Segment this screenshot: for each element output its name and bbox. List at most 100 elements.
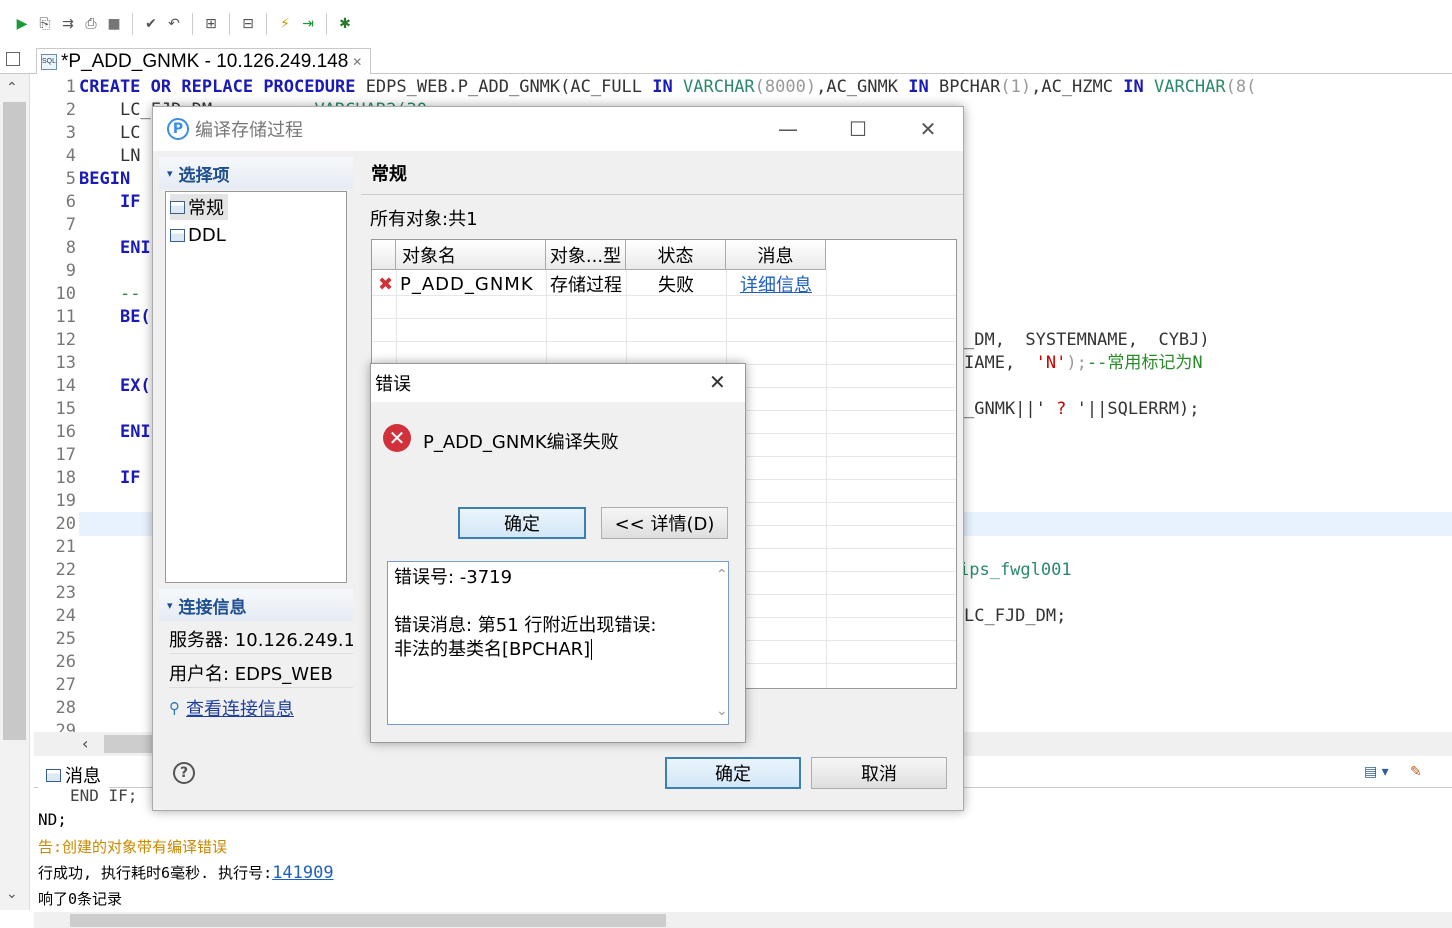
code-line-1: CREATE OR REPLACE PROCEDURE EDPS_WEB.P_A… <box>79 76 1256 99</box>
code-line-22: ips_fwgl001 <box>959 560 1072 580</box>
kw-create: CREATE <box>79 77 141 97</box>
line-number: 4 <box>65 146 76 166</box>
panel-title: 常规 <box>361 151 963 195</box>
table-cell-status: 失败 <box>658 275 694 296</box>
column-header-name[interactable]: 对象名 <box>396 240 546 270</box>
kw-in: IN <box>652 77 673 97</box>
line-number: 24 <box>55 606 76 626</box>
details-scrollbar[interactable]: ⌃ ⌄ <box>716 563 728 723</box>
vertical-scrollbar[interactable]: ⌃ ⌄ <box>0 74 30 910</box>
clear-icon[interactable]: ✎ <box>1410 764 1422 780</box>
warning-message: 告:创建的对象带有编译错误 <box>38 838 228 856</box>
line-number: 9 <box>65 261 76 281</box>
code-line-15: _GNMK||' ? '||SQLERRM); <box>964 399 1200 419</box>
line-number: 14 <box>55 376 76 396</box>
proc-name: EDPS_WEB.P_ADD_GNMK(AC_FULL <box>365 77 643 97</box>
error-details-text[interactable]: 错误号: -3719 错误消息: 第51 行附近出现错误: 非法的基类名[BPC… <box>387 561 729 725</box>
column-header-status[interactable]: 状态 <box>626 240 726 270</box>
line-number: 29 <box>55 721 76 732</box>
scroll-down-icon[interactable]: ⌄ <box>6 886 18 902</box>
line-number: 6 <box>65 192 76 212</box>
server-info: 服务器: 10.126.249.14 <box>169 624 353 654</box>
message-hscroll[interactable] <box>34 912 1452 928</box>
dialog-title: 编译存储过程 <box>195 120 303 141</box>
code-line-11: BE( <box>119 307 151 327</box>
help-icon[interactable]: ? <box>173 762 195 784</box>
line-number: 12 <box>55 330 76 350</box>
editor-tab[interactable]: SQL *P_ADD_GNMK - 10.126.249.148 ✕ <box>36 48 372 74</box>
section-options-header[interactable]: ▾ 选择项 <box>159 157 353 189</box>
step-icon[interactable]: ⎘ <box>35 14 55 34</box>
error-message: P_ADD_GNMK编译失败 <box>423 432 619 453</box>
code-line-14: EX( <box>119 376 151 396</box>
type-varchar: VARCHAR <box>683 77 755 97</box>
tab-close-icon[interactable]: ✕ <box>352 55 362 69</box>
format-icon[interactable]: ⚡ <box>275 14 295 34</box>
param: ,AC_HZMC <box>1031 77 1113 97</box>
close-icon[interactable]: ✕ <box>709 370 726 394</box>
line-number: 27 <box>55 675 76 695</box>
messages-icon <box>46 768 61 782</box>
minimize-icon[interactable]: — <box>773 115 803 143</box>
rollback-icon[interactable]: ↶ <box>164 14 184 34</box>
view-menu-icon[interactable]: ▤ ▾ <box>1364 764 1389 780</box>
line-number: 3 <box>65 123 76 143</box>
close-icon[interactable]: ✕ <box>913 115 943 143</box>
editor-tab-label: *P_ADD_GNMK - 10.126.249.148 <box>61 50 349 72</box>
column-header-type[interactable]: 对象...型 <box>546 240 626 270</box>
explain-icon[interactable]: ⊞ <box>201 14 221 34</box>
view-connection-link[interactable]: ⚲ 查看连接信息 <box>169 693 353 723</box>
run-icon[interactable]: ▶ <box>12 14 32 34</box>
scroll-up-icon[interactable]: ⌃ <box>6 80 18 96</box>
line-number: 20 <box>55 514 76 534</box>
toolbar-separator <box>192 13 193 35</box>
len: (8000) <box>754 77 817 97</box>
code-line-3: LC <box>119 123 141 143</box>
step-over-icon[interactable]: ⇉ <box>58 14 78 34</box>
collapse-icon: ▾ <box>167 166 173 180</box>
export-icon[interactable]: ⎙ <box>81 14 101 34</box>
execute-icon[interactable]: ⇥ <box>298 14 318 34</box>
error-message-line1: 错误消息: 第51 行附近出现错误: <box>394 615 657 636</box>
toolbar-separator <box>326 13 327 35</box>
main-toolbar: ▶ ⎘ ⇉ ⎙ ■ ✔ ↶ ⊞ ⊟ ⚡ ⇥ ✱ <box>0 0 1452 48</box>
cancel-button[interactable]: 取消 <box>811 757 947 789</box>
toolbar-separator <box>266 13 267 35</box>
debug-icon[interactable]: ✱ <box>335 14 355 34</box>
line-number: 19 <box>55 491 76 511</box>
error-ok-button[interactable]: 确定 <box>458 507 586 539</box>
option-general[interactable]: 常规 <box>170 194 228 220</box>
message-line: ND; <box>38 810 67 829</box>
exec-number-link[interactable]: 141909 <box>272 863 333 883</box>
tab-messages[interactable]: 消息 <box>38 762 109 788</box>
details-link[interactable]: 详细信息 <box>740 270 812 298</box>
kw-in: IN <box>908 77 929 97</box>
option-ddl[interactable]: DDL <box>170 222 230 248</box>
line-number: 28 <box>55 698 76 718</box>
scrollbar-thumb[interactable] <box>70 914 666 927</box>
ok-button[interactable]: 确定 <box>665 757 801 789</box>
collapse-icon: ▾ <box>167 598 173 612</box>
details-button[interactable]: << 详情(D) <box>601 507 728 539</box>
scrollbar-thumb[interactable] <box>3 102 26 740</box>
minimize-icon[interactable] <box>6 52 20 66</box>
line-number: 8 <box>65 238 76 258</box>
commit-icon[interactable]: ✔ <box>141 14 161 34</box>
error-message-line2: 非法的基类名[BPCHAR] <box>394 639 593 660</box>
option-general-label: 常规 <box>188 198 224 219</box>
section-connection-label: 连接信息 <box>178 597 247 618</box>
error-number: 错误号: -3719 <box>394 567 513 588</box>
section-connection-header[interactable]: ▾ 连接信息 <box>159 589 353 621</box>
error-status-icon: ✖ <box>378 273 394 295</box>
maximize-icon[interactable]: ☐ <box>843 115 873 143</box>
scroll-left-icon[interactable]: ‹ <box>82 734 88 753</box>
len: (1) <box>1000 77 1032 97</box>
line-number: 1 <box>65 77 76 97</box>
code-line-24: LC_FJD_DM; <box>964 606 1067 626</box>
stop-icon[interactable]: ■ <box>104 14 124 34</box>
table-cell-name[interactable]: P_ADD_GNMK <box>400 270 534 298</box>
column-header-message[interactable]: 消息 <box>726 240 826 270</box>
scroll-up-icon[interactable]: ⌃ <box>716 563 728 587</box>
plan-icon[interactable]: ⊟ <box>238 14 258 34</box>
scroll-down-icon[interactable]: ⌄ <box>716 699 728 723</box>
